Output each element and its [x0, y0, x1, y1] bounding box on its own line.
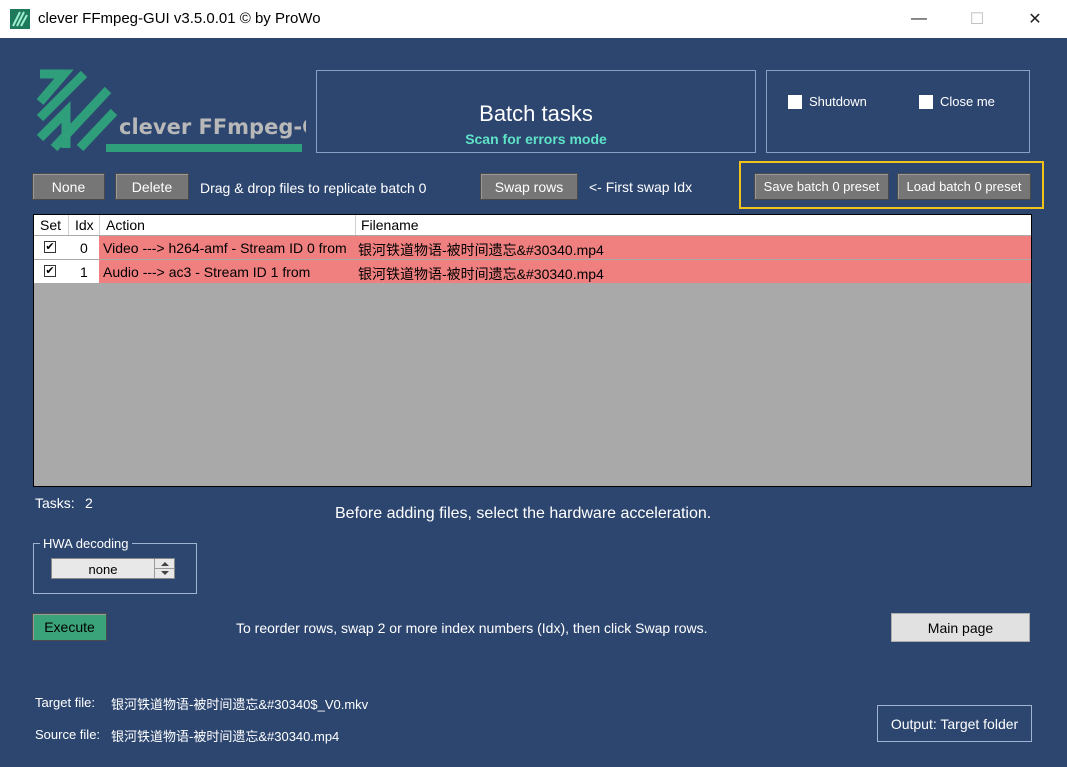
column-idx[interactable]: Idx	[75, 217, 94, 233]
close-me-checkbox[interactable]	[919, 95, 933, 109]
reorder-hint: To reorder rows, swap 2 or more index nu…	[236, 620, 708, 636]
column-filename[interactable]: Filename	[361, 217, 419, 233]
row-filename: 银河铁道物语-被时间遗忘&#30340.mp4	[358, 266, 604, 282]
maximize-icon: ☐	[969, 11, 985, 28]
hwa-decoding-value: none	[88, 562, 118, 577]
logo-icon: clever FFmpeg-GUI	[36, 69, 344, 152]
swap-hint: <- First swap Idx	[589, 179, 693, 195]
row-idx[interactable]: 1	[80, 264, 88, 280]
swap-rows-button[interactable]: Swap rows	[480, 173, 578, 200]
column-action[interactable]: Action	[106, 217, 145, 233]
close-icon: ✕	[1028, 11, 1042, 28]
minimize-icon: —	[911, 10, 927, 27]
app-icon	[10, 9, 30, 29]
table-row[interactable]: ✔ 0 Video ---> h264-amf - Stream ID 0 fr…	[34, 236, 1031, 259]
close-button[interactable]: ✕	[1012, 0, 1058, 38]
output-target-folder-button[interactable]: Output: Target folder	[877, 705, 1032, 742]
row-set-checkbox[interactable]: ✔	[44, 265, 56, 277]
target-file-label: Target file:	[35, 695, 95, 710]
none-button[interactable]: None	[32, 173, 105, 200]
minimize-button[interactable]: —	[896, 0, 942, 38]
options-panel: Shutdown Close me	[766, 70, 1030, 153]
execute-button[interactable]: Execute	[32, 613, 107, 641]
page-subtitle: Scan for errors mode	[465, 131, 607, 147]
title-bar: clever FFmpeg-GUI v3.5.0.01 © by ProWo —…	[0, 0, 1067, 38]
window-title: clever FFmpeg-GUI v3.5.0.01 © by ProWo	[38, 10, 321, 27]
batch-table: Set Idx Action Filename ✔ 0 Video ---> h…	[33, 214, 1032, 487]
app-logo: clever FFmpeg-GUI	[36, 68, 344, 156]
source-file-value: 银河铁道物语-被时间遗忘&#30340.mp4	[111, 729, 340, 744]
hwa-decoding-label: HWA decoding	[40, 536, 132, 551]
drag-drop-hint: Drag & drop files to replicate batch 0	[200, 180, 427, 196]
main-page-button[interactable]: Main page	[891, 613, 1030, 642]
tasks-label: Tasks:	[35, 495, 75, 511]
load-preset-button[interactable]: Load batch 0 preset	[897, 173, 1031, 200]
maximize-button[interactable]: ☐	[954, 0, 1000, 38]
source-file-label: Source file:	[35, 727, 101, 742]
spinner-arrows-icon[interactable]	[154, 559, 175, 578]
close-me-label: Close me	[940, 94, 995, 109]
shutdown-label: Shutdown	[809, 94, 867, 109]
page-title: Batch tasks	[479, 101, 593, 126]
hardware-hint: Before adding files, select the hardware…	[335, 505, 712, 522]
delete-button[interactable]: Delete	[115, 173, 189, 200]
row-set-checkbox[interactable]: ✔	[44, 241, 56, 253]
save-preset-button[interactable]: Save batch 0 preset	[754, 173, 889, 200]
row-idx[interactable]: 0	[80, 240, 88, 256]
row-action: Audio ---> ac3 - Stream ID 1 from	[103, 264, 311, 280]
header-panel: Batch tasks Scan for errors mode	[316, 70, 756, 153]
row-filename: 银河铁道物语-被时间遗忘&#30340.mp4	[358, 242, 604, 258]
row-action: Video ---> h264-amf - Stream ID 0 from	[103, 240, 347, 256]
hwa-decoding-select[interactable]: none	[51, 558, 175, 579]
tasks-count: 2	[85, 495, 93, 511]
logo-text: clever FFmpeg-GUI	[119, 115, 306, 139]
column-set[interactable]: Set	[40, 217, 61, 233]
table-row[interactable]: ✔ 1 Audio ---> ac3 - Stream ID 1 from 银河…	[34, 260, 1031, 283]
table-header: Set Idx Action Filename	[34, 215, 1031, 235]
shutdown-checkbox[interactable]	[788, 95, 802, 109]
target-file-value: 银河铁道物语-被时间遗忘&#30340$_V0.mkv	[111, 697, 369, 712]
